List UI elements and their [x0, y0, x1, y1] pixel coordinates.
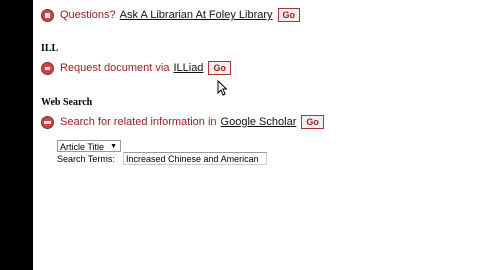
ill-row: Request document via ILLiad Go: [41, 61, 231, 75]
google-scholar-go-button[interactable]: Go: [301, 115, 324, 129]
search-terms-label: Search Terms:: [57, 154, 115, 164]
chevron-down-icon: ▼: [110, 143, 117, 150]
web-search-heading: Web Search: [41, 97, 93, 108]
library-icon: [41, 8, 54, 22]
web-search-row: Search for related information in Google…: [41, 115, 324, 129]
search-icon: [41, 115, 54, 129]
ask-librarian-go-button[interactable]: Go: [277, 8, 301, 22]
illiad-link[interactable]: ILLiad: [173, 62, 203, 74]
search-field-select[interactable]: Article Title ▼: [57, 140, 121, 152]
search-field-select-value: Article Title: [60, 142, 105, 152]
ask-librarian-row: Questions? Ask A Librarian At Foley Libr…: [41, 8, 301, 22]
search-terms-input[interactable]: Increased Chinese and American: [123, 152, 267, 165]
illiad-go-button[interactable]: Go: [208, 61, 231, 75]
ill-prompt: Request document via: [60, 62, 170, 74]
illiad-icon: [41, 61, 54, 75]
google-scholar-link[interactable]: Google Scholar: [221, 116, 297, 128]
web-search-prompt: Search for related information in: [60, 116, 217, 128]
ask-librarian-link[interactable]: Ask A Librarian At Foley Library: [120, 9, 273, 21]
ill-heading: ILL: [41, 43, 59, 54]
questions-prompt: Questions?: [60, 9, 116, 21]
mouse-pointer-icon: [217, 79, 228, 101]
content-area: Questions? Ask A Librarian At Foley Libr…: [33, 0, 480, 270]
left-dark-bar: [0, 0, 33, 270]
